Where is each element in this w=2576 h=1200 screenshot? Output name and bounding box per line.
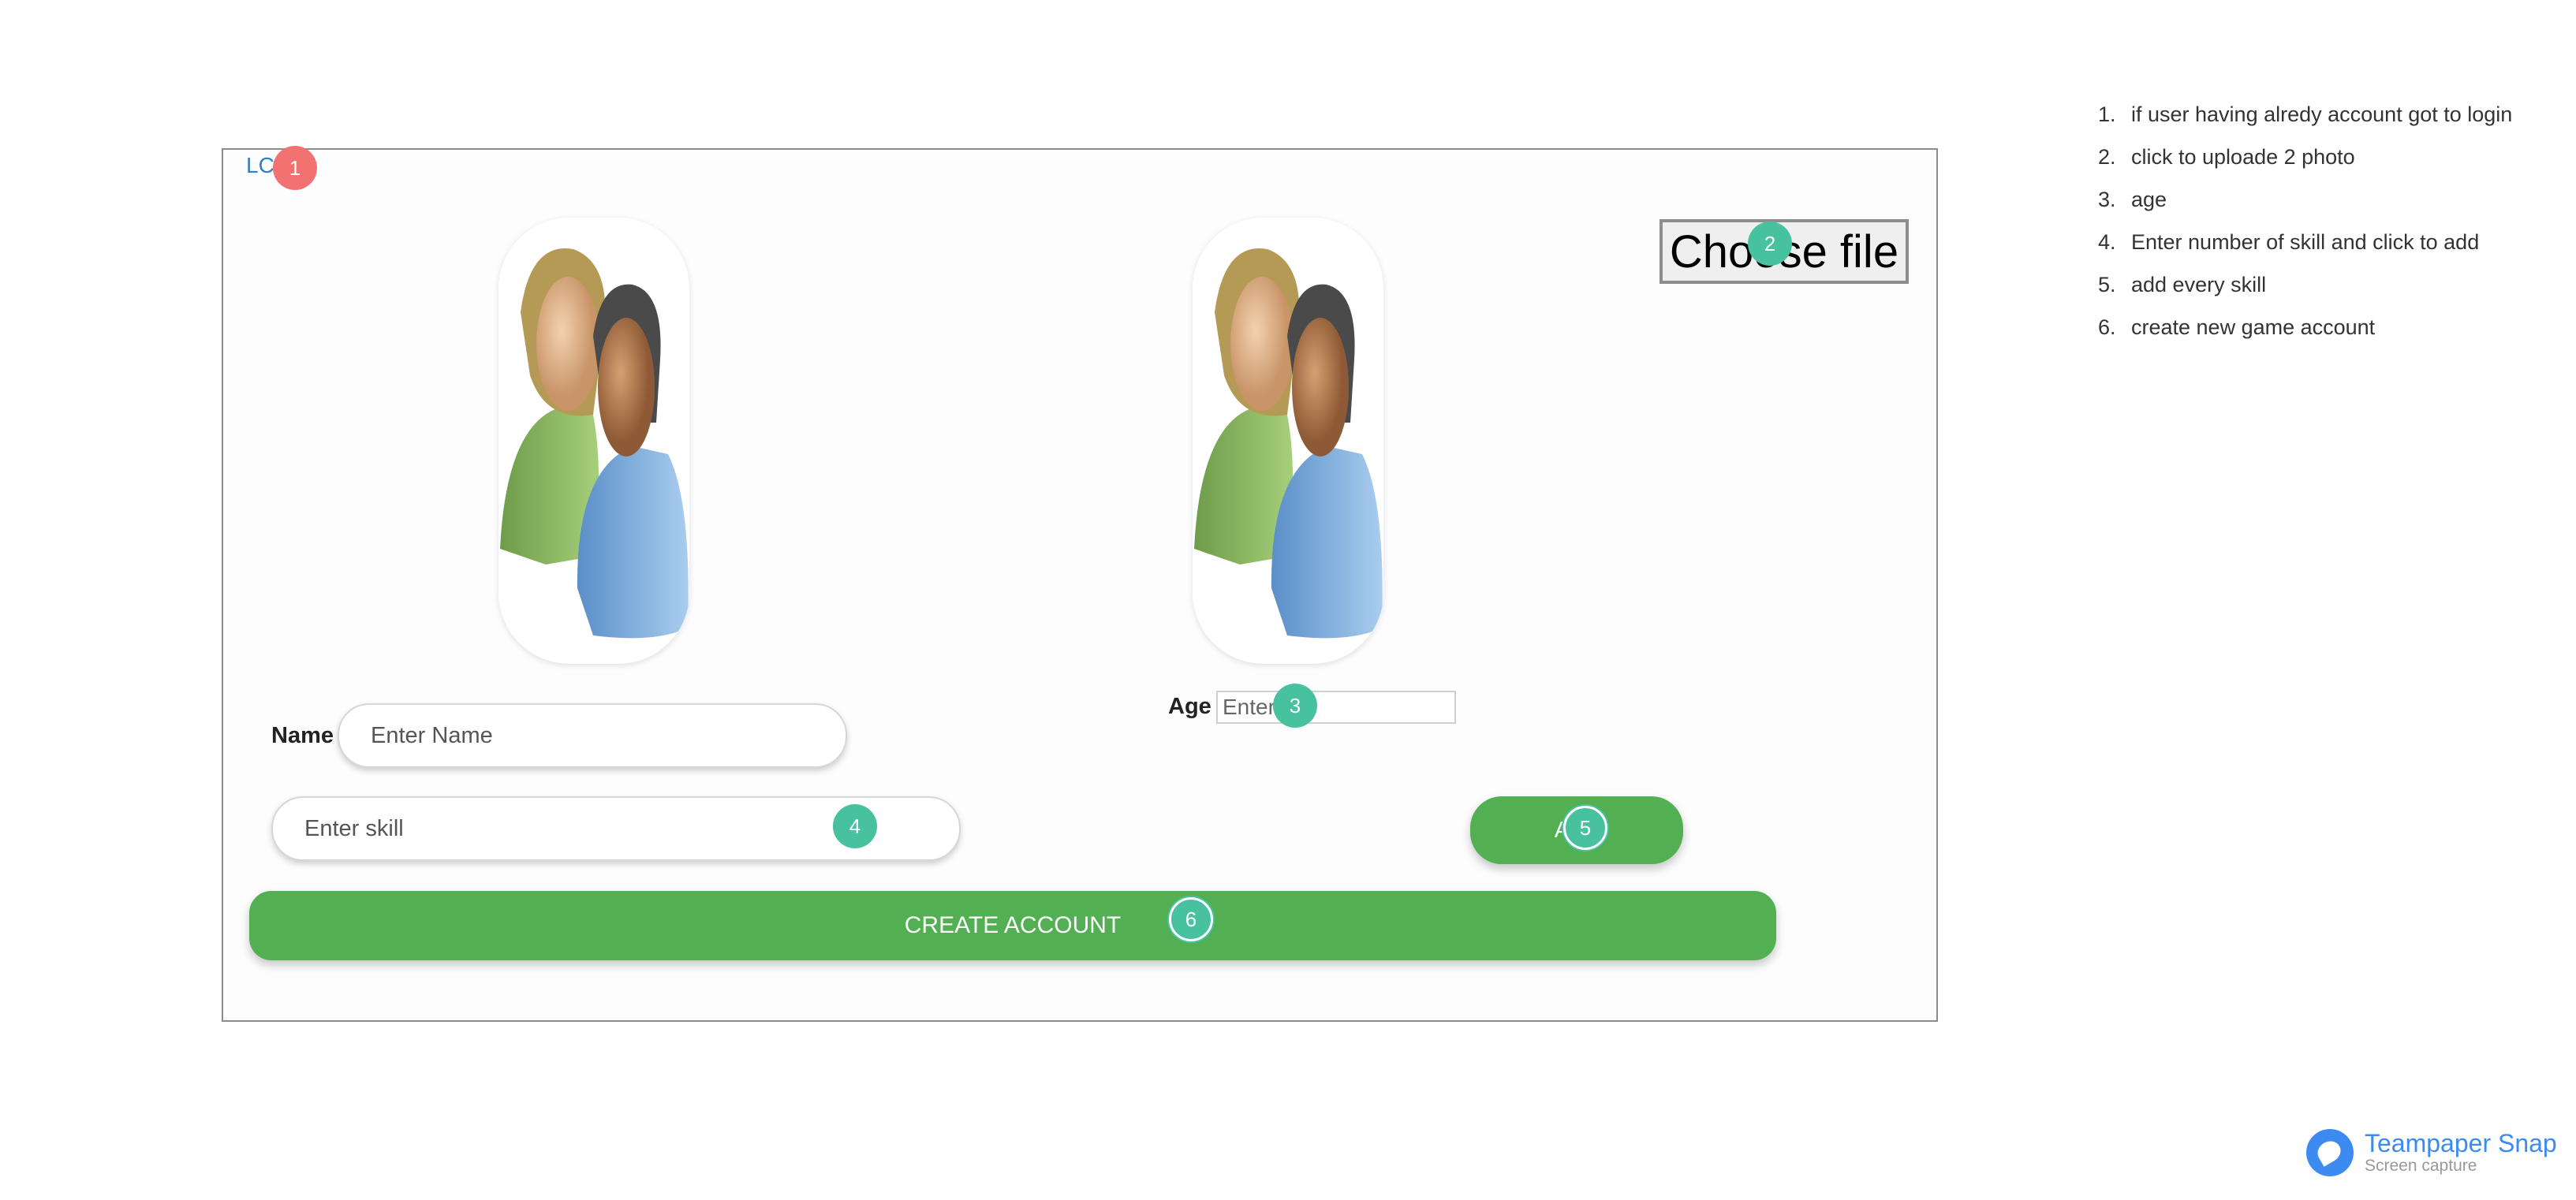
create-account-button[interactable]: CREATE ACCOUNT: [249, 891, 1776, 960]
brand-title: Teampaper Snap: [2365, 1129, 2557, 1157]
note-item: 5. add every skill: [2098, 272, 2267, 296]
users-avatar-icon: [1194, 248, 1383, 639]
brand-watermark: Teampaper Snap Screen capture: [2306, 1129, 2557, 1176]
login-link[interactable]: LC: [246, 153, 274, 178]
annotation-notes-list: 1. if user having alredy account got to l…: [2098, 93, 2512, 348]
note-item: 4. Enter number of skill and click to add: [2098, 229, 2480, 254]
note-item: 6. create new game account: [2098, 315, 2376, 339]
name-input[interactable]: Enter Name: [338, 703, 847, 768]
teampaper-logo-icon: [2306, 1129, 2354, 1176]
annotation-marker-3: 3: [1273, 684, 1317, 728]
users-avatar-icon: [500, 248, 689, 639]
note-item: 1. if user having alredy account got to l…: [2098, 102, 2513, 126]
note-item: 3. age: [2098, 187, 2167, 211]
brand-subtitle: Screen capture: [2365, 1157, 2477, 1175]
annotation-marker-4: 4: [833, 804, 877, 848]
photo-preview-2: [1193, 218, 1383, 664]
annotation-marker-6: 6: [1169, 897, 1213, 941]
age-input[interactable]: Enter: [1216, 691, 1456, 724]
annotation-marker-5: 5: [1563, 806, 1607, 850]
annotation-marker-2: 2: [1748, 222, 1792, 266]
note-item: 2. click to uploade 2 photo: [2098, 144, 2355, 169]
annotation-marker-1: 1: [273, 146, 317, 190]
age-label: Age: [1168, 694, 1211, 719]
photo-preview-1: [498, 218, 689, 664]
name-label: Name: [271, 723, 334, 748]
